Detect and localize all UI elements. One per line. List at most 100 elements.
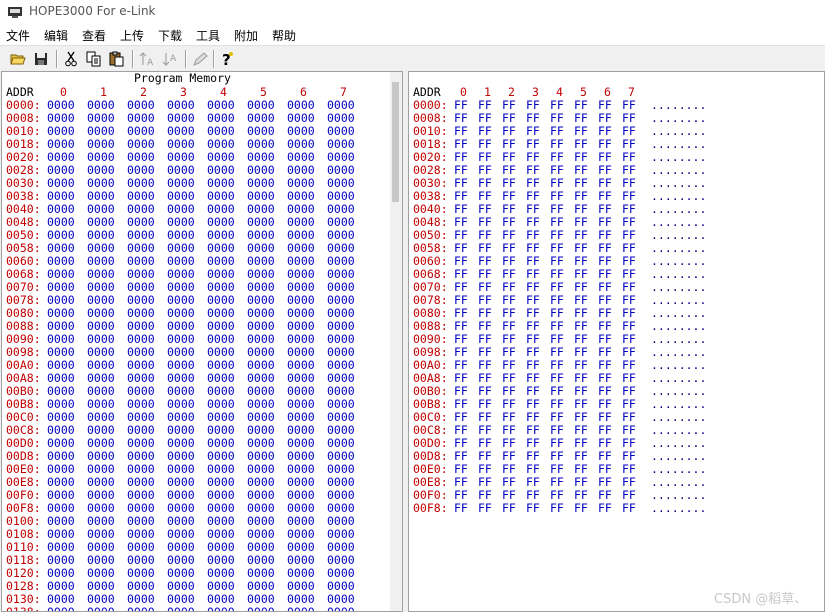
row-address: 00D8: — [6, 449, 41, 463]
toolbar: A A ? — [0, 45, 825, 72]
row-address: 0078: — [413, 293, 448, 307]
row-address: 00C8: — [413, 423, 448, 437]
row-address: 0060: — [6, 254, 41, 268]
watermark: CSDN @稻草、 — [714, 592, 808, 607]
ascii-column: ........ — [651, 501, 707, 515]
menu-addon[interactable]: 附加 — [234, 27, 258, 44]
menu-tools[interactable]: 工具 — [196, 27, 220, 44]
title-bar: HOPE3000 For e-Link — [0, 0, 825, 25]
row-address: 00D0: — [6, 436, 41, 450]
row-address: 0010: — [6, 124, 41, 138]
row-address: 00A8: — [6, 371, 41, 385]
memory-cell: FF — [502, 501, 516, 515]
row-address: 0028: — [6, 163, 41, 177]
row-address: 0120: — [6, 566, 41, 580]
row-address: 0108: — [6, 527, 41, 541]
memory-cell: 0000 — [167, 605, 195, 612]
memory-row: 00F8: FF FF FF FF FF FF FF FF........ — [413, 501, 706, 515]
scrollbar-thumb[interactable] — [392, 82, 399, 202]
row-address: 00F8: — [413, 501, 448, 515]
memory-cell: 0000 — [327, 605, 355, 612]
copy-icon[interactable] — [84, 49, 104, 69]
row-address: 0088: — [6, 319, 41, 333]
row-address: 0048: — [6, 215, 41, 229]
row-address: 0030: — [6, 176, 41, 190]
row-address: 0010: — [413, 124, 448, 138]
sort-asc-icon[interactable]: A — [137, 49, 157, 69]
addr-label: ADDR — [6, 85, 34, 99]
row-address: 0098: — [6, 345, 41, 359]
program-memory-title: Program Memory — [134, 71, 231, 85]
row-address: 0100: — [6, 514, 41, 528]
cut-icon[interactable] — [61, 49, 81, 69]
svg-text:A: A — [170, 54, 177, 64]
open-icon[interactable] — [8, 49, 28, 69]
row-address: 0118: — [6, 553, 41, 567]
row-address: 0080: — [6, 306, 41, 320]
paste-icon[interactable] — [107, 49, 127, 69]
row-address: 0060: — [413, 254, 448, 268]
row-address: 0098: — [413, 345, 448, 359]
menu-file[interactable]: 文件 — [6, 27, 30, 44]
row-address: 00A0: — [6, 358, 41, 372]
memory-cell: 0000 — [47, 605, 75, 612]
row-address: 00F0: — [6, 488, 41, 502]
row-address: 0000: — [6, 98, 41, 112]
save-icon[interactable] — [31, 49, 51, 69]
row-address: 00C8: — [6, 423, 41, 437]
row-address: 0020: — [413, 150, 448, 164]
program-memory-pane[interactable]: Program Memory ADDR 0 1 2 3 4 5 6 7 0000: 0000 000… — [1, 71, 403, 612]
row-address: 00A8: — [413, 371, 448, 385]
memory-cell: FF — [622, 501, 636, 515]
toolbar-separator — [56, 50, 58, 68]
data-memory-pane[interactable]: ADDR 0 1 2 3 4 5 6 7 0000: FF FF FF FF FF FF FF FF......… — [408, 71, 825, 612]
help-icon[interactable]: ? — [217, 49, 237, 69]
memory-cell: 0000 — [247, 605, 275, 612]
row-address: 00F8: — [6, 501, 41, 515]
row-address: 00E0: — [6, 462, 41, 476]
memory-cell: FF — [598, 501, 612, 515]
memory-cell: 0000 — [87, 605, 115, 612]
row-address: 00F0: — [413, 488, 448, 502]
row-address: 00E8: — [413, 475, 448, 489]
row-address: 0068: — [6, 267, 41, 281]
toolbar-separator — [213, 50, 215, 68]
row-address: 00E8: — [6, 475, 41, 489]
row-address: 0110: — [6, 540, 41, 554]
row-address: 00B0: — [413, 384, 448, 398]
row-address: 00B8: — [6, 397, 41, 411]
vertical-scrollbar[interactable] — [390, 72, 402, 611]
toolbar-separator — [185, 50, 187, 68]
row-address: 0038: — [413, 189, 448, 203]
app-icon — [8, 7, 22, 18]
row-address: 00D8: — [413, 449, 448, 463]
memory-cell: FF — [574, 501, 588, 515]
menu-download[interactable]: 下载 — [158, 27, 182, 44]
menu-edit[interactable]: 编辑 — [44, 27, 68, 44]
row-address: 0040: — [6, 202, 41, 216]
sort-desc-icon[interactable]: A — [160, 49, 180, 69]
row-address: 0130: — [6, 592, 41, 606]
row-address: 0000: — [413, 98, 448, 112]
row-address: 00A0: — [413, 358, 448, 372]
pen-icon[interactable] — [190, 49, 210, 69]
row-address: 0138: — [6, 605, 41, 612]
menu-view[interactable]: 查看 — [82, 27, 106, 44]
row-address: 0018: — [6, 137, 41, 151]
row-address: 0058: — [413, 241, 448, 255]
menu-upload[interactable]: 上传 — [120, 27, 144, 44]
row-address: 00D0: — [413, 436, 448, 450]
row-address: 00C0: — [413, 410, 448, 424]
memory-cell: FF — [454, 501, 468, 515]
row-address: 00B0: — [6, 384, 41, 398]
row-address: 0070: — [413, 280, 448, 294]
toolbar-separator — [132, 50, 134, 68]
menu-help[interactable]: 帮助 — [272, 27, 296, 44]
row-address: 00E0: — [413, 462, 448, 476]
row-address: 0128: — [6, 579, 41, 593]
row-address: 0090: — [413, 332, 448, 346]
memory-cell: FF — [478, 501, 492, 515]
addr-label: ADDR — [413, 85, 441, 99]
row-address: 0050: — [6, 228, 41, 242]
memory-cell: 0000 — [207, 605, 235, 612]
